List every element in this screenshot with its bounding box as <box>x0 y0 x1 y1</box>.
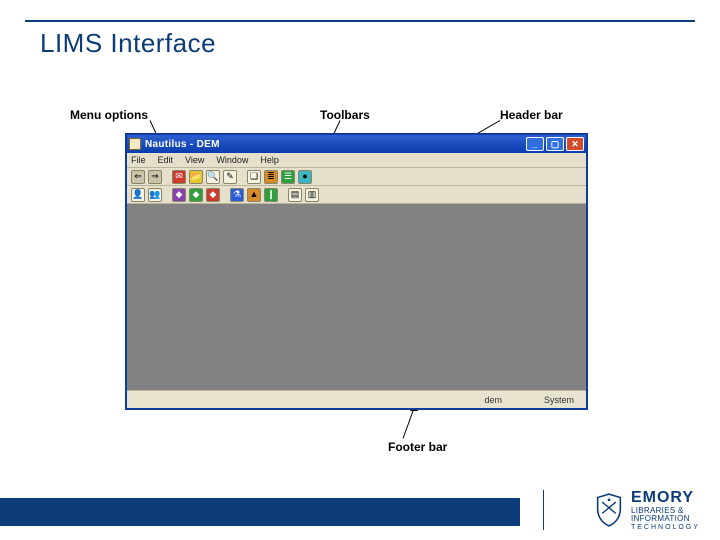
brand-text: EMORY LIBRARIES & INFORMATION TECHNOLOGY <box>631 490 700 531</box>
cube-purple-icon[interactable]: ◆ <box>172 188 186 202</box>
toolbar-2: 👤 👥 ◆ ◆ ◆ ⚗ ▲ ❙ ▤ ▥ <box>127 186 586 204</box>
status-mode: System <box>538 395 580 405</box>
beaker-icon[interactable]: ▲ <box>247 188 261 202</box>
tube-icon[interactable]: ❙ <box>264 188 278 202</box>
menu-view[interactable]: View <box>185 155 204 165</box>
status-user: dem <box>478 395 508 405</box>
globe-icon[interactable]: ● <box>298 170 312 184</box>
brand-divider <box>543 490 544 530</box>
brand-name: EMORY <box>631 490 700 507</box>
mail-icon[interactable]: ✉ <box>172 170 186 184</box>
menu-file[interactable]: File <box>131 155 146 165</box>
status-bar: dem System <box>127 390 586 408</box>
search-icon[interactable]: 🔍 <box>206 170 220 184</box>
chart-icon[interactable]: ❏ <box>247 170 261 184</box>
flask-icon[interactable]: ⚗ <box>230 188 244 202</box>
sheet2-icon[interactable]: ▥ <box>305 188 319 202</box>
menu-edit[interactable]: Edit <box>158 155 174 165</box>
window-title: Nautilus - DEM <box>145 139 524 150</box>
callout-menu-options: Menu options <box>70 108 148 122</box>
window-content-area <box>127 204 586 390</box>
toolbar-1: ⇐ ⇒ ✉ 📂 🔍 ✎ ❏ ≣ ☰ ● <box>127 168 586 186</box>
close-button[interactable]: ✕ <box>566 137 584 151</box>
user-icon[interactable]: 👤 <box>131 188 145 202</box>
slide-title: LIMS Interface <box>40 28 216 59</box>
brand-block: EMORY LIBRARIES & INFORMATION TECHNOLOGY <box>595 490 700 531</box>
forward-icon[interactable]: ⇒ <box>148 170 162 184</box>
brand-line3: TECHNOLOGY <box>631 524 700 531</box>
menu-bar: File Edit View Window Help <box>127 153 586 168</box>
brand-footer: EMORY LIBRARIES & INFORMATION TECHNOLOGY <box>0 484 720 540</box>
users-icon[interactable]: 👥 <box>148 188 162 202</box>
app-icon <box>129 138 141 150</box>
slide-root: LIMS Interface Menu options Toolbars Hea… <box>0 0 720 540</box>
footer-navy-bar <box>0 498 520 526</box>
brand-line2: INFORMATION <box>631 515 700 523</box>
title-rule <box>25 20 695 22</box>
back-icon[interactable]: ⇐ <box>131 170 145 184</box>
maximize-button[interactable]: ▢ <box>546 137 564 151</box>
cube-red-icon[interactable]: ◆ <box>206 188 220 202</box>
tree-icon[interactable]: ☰ <box>281 170 295 184</box>
print-icon[interactable]: ✎ <box>223 170 237 184</box>
callout-header-bar: Header bar <box>500 108 563 122</box>
app-window: Nautilus - DEM _ ▢ ✕ File Edit View Wind… <box>125 133 588 410</box>
cube-green-icon[interactable]: ◆ <box>189 188 203 202</box>
open-icon[interactable]: 📂 <box>189 170 203 184</box>
callout-line-footer <box>403 408 415 438</box>
callout-toolbars: Toolbars <box>320 108 370 122</box>
callout-footer-bar: Footer bar <box>388 440 447 454</box>
window-titlebar[interactable]: Nautilus - DEM _ ▢ ✕ <box>127 135 586 153</box>
report-icon[interactable]: ≣ <box>264 170 278 184</box>
sheet1-icon[interactable]: ▤ <box>288 188 302 202</box>
minimize-button[interactable]: _ <box>526 137 544 151</box>
menu-help[interactable]: Help <box>260 155 279 165</box>
emory-shield-icon <box>595 493 623 527</box>
menu-window[interactable]: Window <box>216 155 248 165</box>
